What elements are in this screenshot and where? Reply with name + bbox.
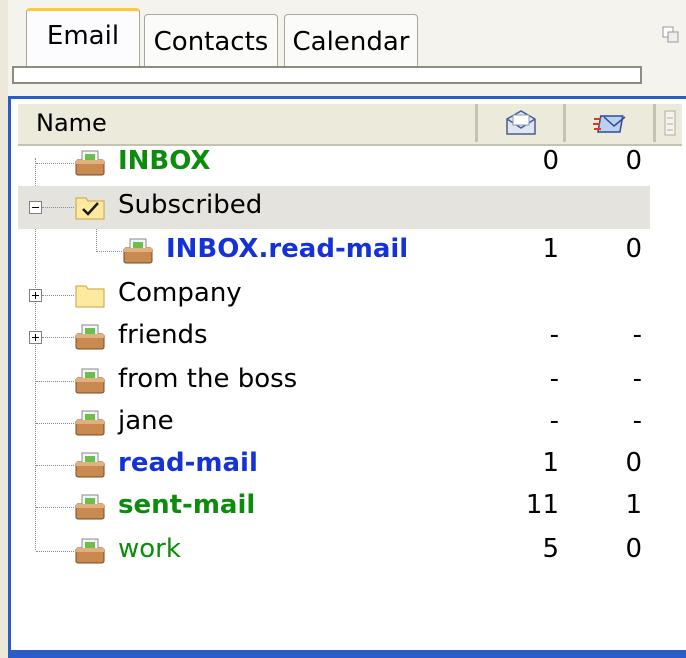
mailbox-icon (75, 452, 105, 478)
tab-email[interactable]: Email (26, 8, 140, 68)
name-column-label: Name (36, 109, 107, 137)
collapse-icon[interactable] (29, 201, 42, 214)
unread-count: 11 (525, 490, 559, 520)
folder-row-work[interactable]: work 5 0 (18, 530, 682, 573)
folder-row-friends[interactable]: friends - - (18, 316, 682, 359)
folder-name: INBOX.read-mail (166, 234, 409, 264)
folder-row-inbox[interactable]: INBOX 0 0 (18, 142, 682, 185)
checked-folder-icon (75, 197, 105, 220)
column-chooser-icon[interactable] (664, 110, 676, 136)
new-count: 0 (625, 234, 642, 264)
unread-count: - (549, 406, 559, 436)
panel-border-bottom (8, 650, 686, 658)
tab-contacts[interactable]: Contacts (144, 14, 278, 68)
new-count: 0 (625, 146, 642, 176)
new-count: 0 (625, 448, 642, 478)
unread-count: - (549, 320, 559, 350)
column-header: Name (18, 104, 682, 146)
unread-count: 0 (542, 146, 559, 176)
unread-count: - (549, 364, 559, 394)
mailbox-icon (123, 238, 153, 264)
folder-name: INBOX (118, 146, 211, 176)
mailbox-icon (75, 410, 105, 436)
folder-name: work (118, 534, 181, 564)
envelope-read-icon (505, 110, 536, 135)
mailbox-icon (75, 538, 105, 564)
folder-icon (75, 285, 105, 308)
new-count: 1 (625, 490, 642, 520)
folder-row-inbox-read-mail[interactable]: INBOX.read-mail 1 0 (18, 230, 682, 273)
unread-count: 1 (542, 234, 559, 264)
mailbox-icon (75, 494, 105, 520)
name-column-header[interactable]: Name (18, 104, 478, 142)
folder-row-company[interactable]: Company (18, 274, 682, 317)
folder-name: Subscribed (118, 190, 263, 220)
folder-row-from-the-boss[interactable]: from the boss - - (18, 360, 682, 403)
folder-name: friends (118, 320, 208, 350)
folder-name: jane (118, 406, 174, 436)
folder-row-read-mail[interactable]: read-mail 1 0 (18, 444, 682, 487)
folder-row-subscribed[interactable]: Subscribed (18, 186, 650, 229)
expand-icon[interactable] (29, 289, 42, 302)
new-count: - (632, 406, 642, 436)
new-count: - (632, 320, 642, 350)
mailbox-icon (75, 150, 105, 176)
tabs-overflow-icon[interactable] (662, 26, 680, 44)
mailbox-icon (75, 324, 105, 350)
folder-name: read-mail (118, 448, 258, 478)
folder-row-sent-mail[interactable]: sent-mail 11 1 (18, 486, 682, 529)
unread-count: 5 (542, 534, 559, 564)
unread-count: 1 (542, 448, 559, 478)
unread-column-header[interactable] (478, 104, 566, 142)
expand-icon[interactable] (29, 331, 42, 344)
new-count: - (632, 364, 642, 394)
folder-name: from the boss (118, 364, 298, 394)
folder-name: Company (118, 278, 242, 308)
folder-row-jane[interactable]: jane - - (18, 402, 682, 445)
tab-calendar[interactable]: Calendar (284, 14, 418, 68)
new-count: 0 (625, 534, 642, 564)
mailbox-icon (75, 368, 105, 394)
folder-name: sent-mail (118, 490, 256, 520)
tab-content-bar (12, 66, 642, 84)
envelope-new-icon (592, 115, 625, 133)
new-column-header[interactable] (566, 104, 656, 142)
